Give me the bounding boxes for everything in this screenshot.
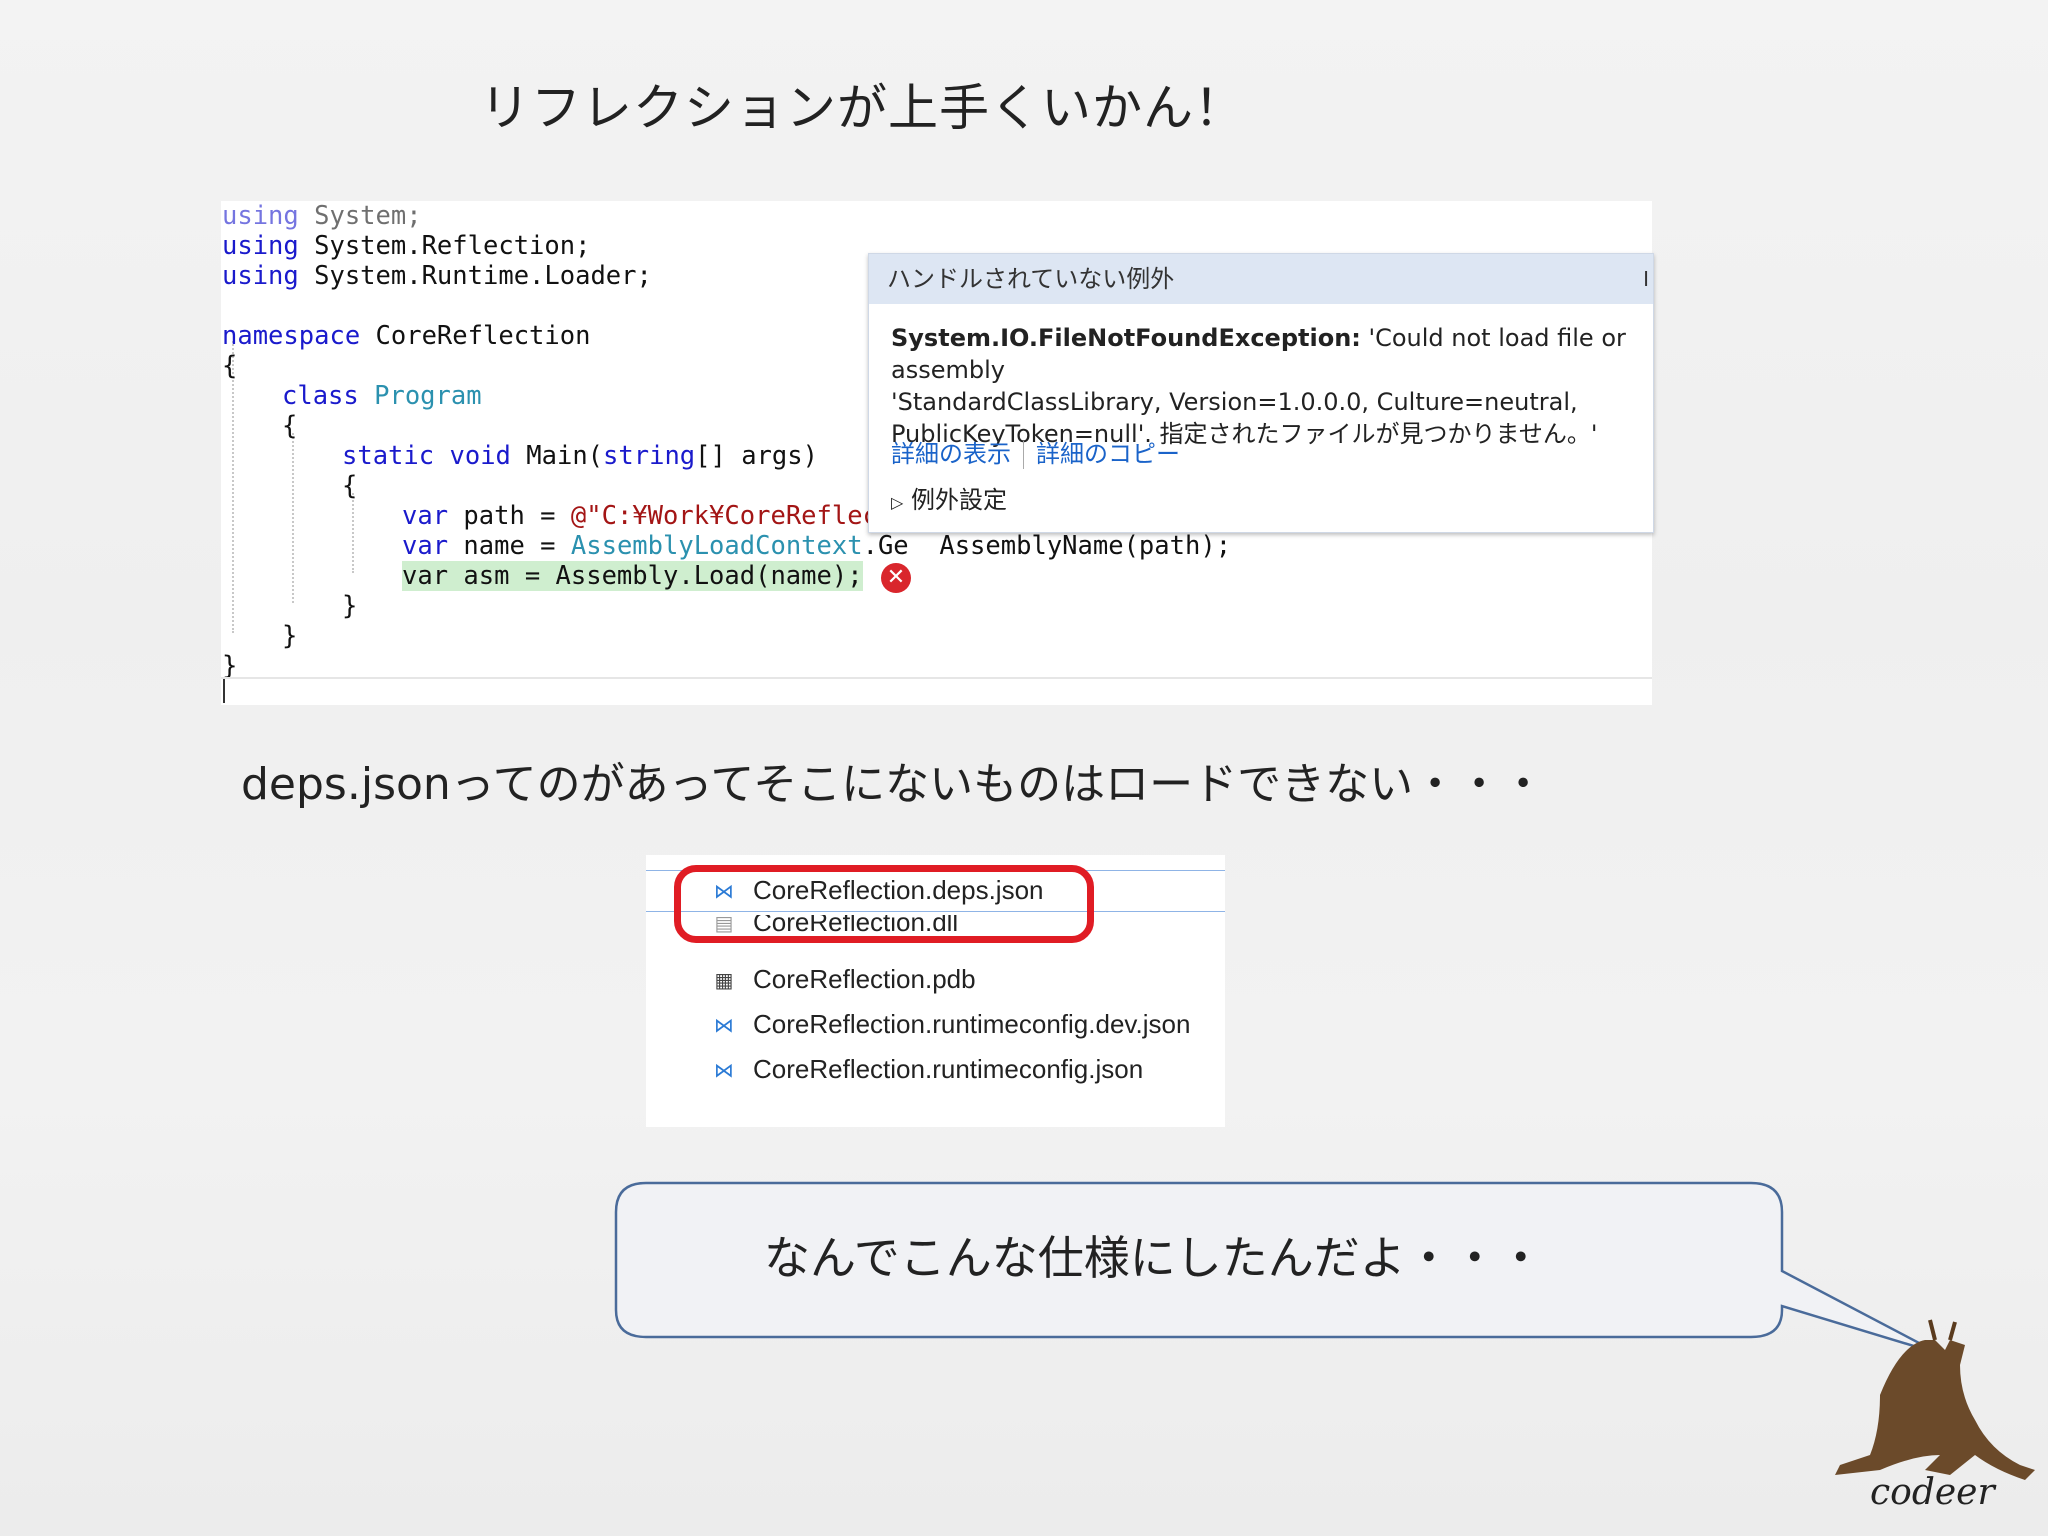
speech-bubble xyxy=(614,1181,2035,1480)
deer-mascot-icon xyxy=(1835,1319,2035,1480)
codeer-logo: codeer xyxy=(1870,1472,1995,1513)
bubble-text: なんでこんな仕様にしたんだよ・・・ xyxy=(764,1231,1544,1285)
